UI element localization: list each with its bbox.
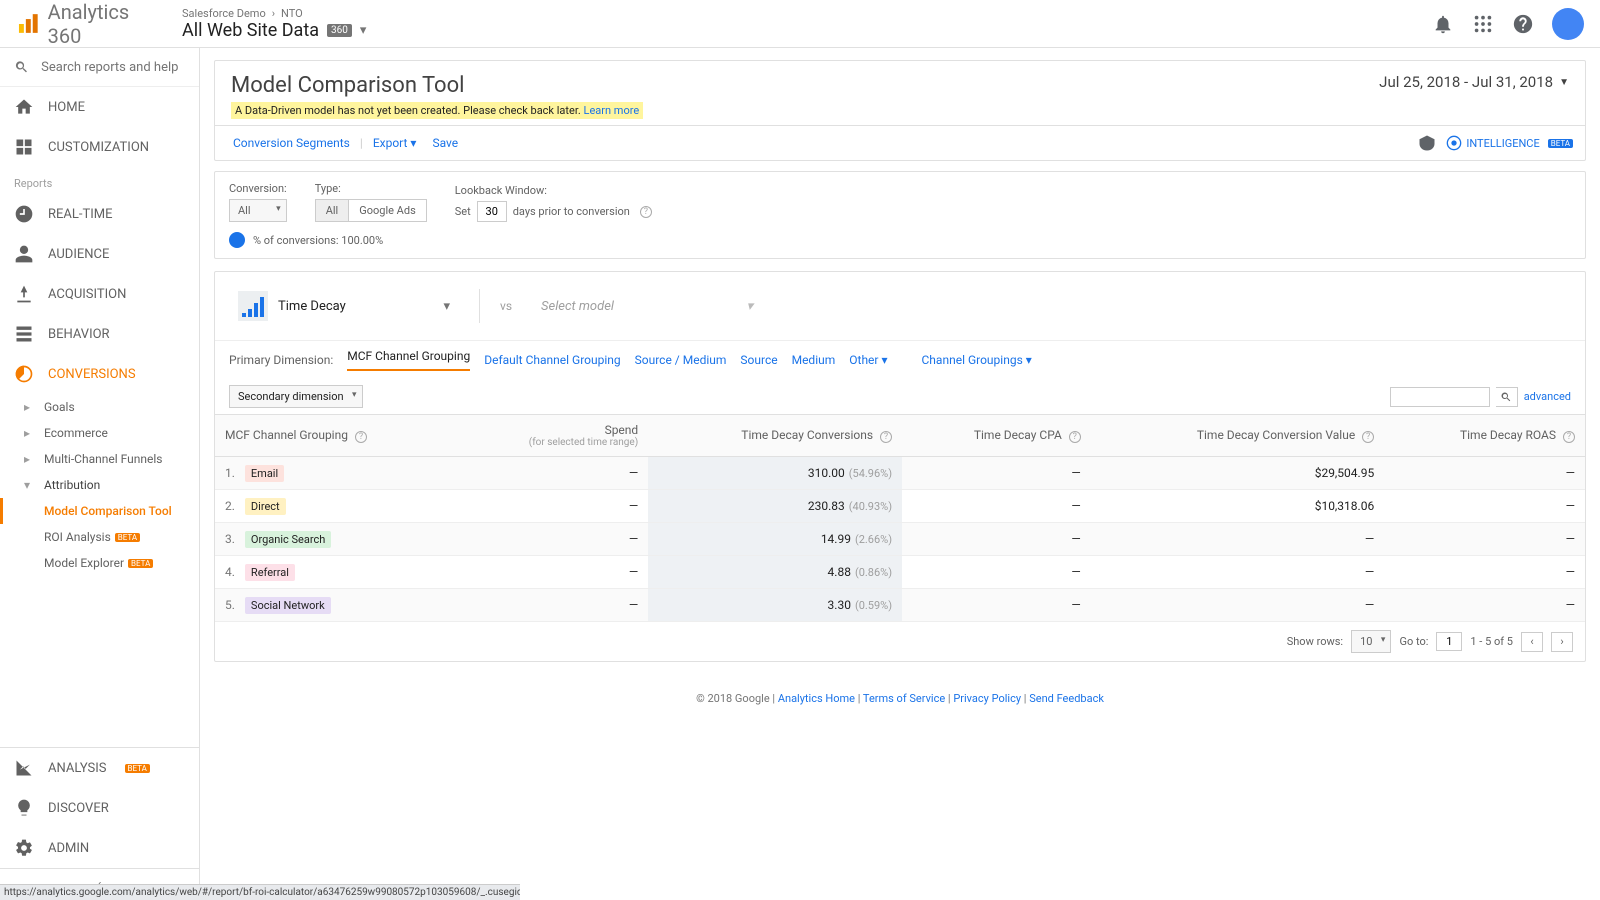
- user-icon: [14, 244, 34, 264]
- col-conversions[interactable]: Time Decay Conversions ?↓: [648, 415, 902, 457]
- nav-realtime[interactable]: REAL-TIME: [0, 194, 199, 234]
- conversion-dropdown[interactable]: All: [229, 199, 287, 222]
- apps-icon[interactable]: [1472, 13, 1494, 35]
- channel-groupings[interactable]: Channel Groupings ▾: [922, 353, 1032, 367]
- gear-icon: [14, 838, 34, 858]
- ga-logo-icon: [16, 12, 40, 36]
- secondary-dimension-dropdown[interactable]: Secondary dimension: [229, 385, 363, 408]
- footer: © 2018 Google | Analytics Home | Terms o…: [214, 672, 1586, 725]
- warning-banner: A Data-Driven model has not yet been cre…: [231, 102, 643, 119]
- save-link[interactable]: Save: [426, 132, 464, 154]
- conversion-segments-link[interactable]: Conversion Segments: [227, 132, 356, 154]
- next-page-button[interactable]: ›: [1551, 632, 1573, 652]
- nav-audience[interactable]: AUDIENCE: [0, 234, 199, 274]
- col-roas[interactable]: Time Decay ROAS ?: [1384, 415, 1585, 457]
- nav-analysis[interactable]: ANALYSISBETA: [0, 748, 199, 788]
- export-link[interactable]: Export ▾: [367, 132, 423, 154]
- type-ads-button[interactable]: Google Ads: [348, 199, 427, 222]
- conversions-icon: [14, 364, 34, 384]
- chevron-down-icon: ▾: [746, 299, 753, 314]
- rows-per-page-dropdown[interactable]: 10: [1351, 630, 1391, 653]
- bulb-icon: [14, 798, 34, 818]
- goto-page-input[interactable]: [1436, 632, 1462, 651]
- avatar[interactable]: [1552, 8, 1584, 40]
- footer-link-home[interactable]: Analytics Home: [778, 692, 855, 705]
- model-right-selector[interactable]: Select model ▾: [532, 294, 762, 319]
- chevron-down-icon: ▾: [443, 299, 450, 314]
- analysis-icon: [14, 758, 34, 778]
- nav-discover[interactable]: DISCOVER: [0, 788, 199, 828]
- time-decay-icon: [238, 291, 268, 321]
- table-row: 5.Social Network—3.30(0.59%)———: [215, 589, 1585, 622]
- type-all-button[interactable]: All: [315, 199, 349, 222]
- sub-ecommerce[interactable]: ▸Ecommerce: [0, 420, 199, 446]
- nav-conversions[interactable]: CONVERSIONS: [0, 354, 199, 394]
- reports-label: Reports: [0, 167, 199, 194]
- acquisition-icon: [14, 284, 34, 304]
- help-icon[interactable]: ?: [640, 206, 652, 218]
- breadcrumb[interactable]: Salesforce Demo › NTO All Web Site Data …: [182, 7, 366, 41]
- nav-customization[interactable]: CUSTOMIZATION: [0, 127, 199, 167]
- insights-icon[interactable]: [1418, 134, 1436, 152]
- footer-link-terms[interactable]: Terms of Service: [863, 692, 945, 705]
- sub-explorer[interactable]: Model ExplorerBETA: [0, 550, 199, 576]
- prev-page-button[interactable]: ‹: [1521, 632, 1543, 652]
- sub-goals[interactable]: ▸Goals: [0, 394, 199, 420]
- search-icon: [14, 58, 29, 76]
- badge-360: 360: [327, 24, 352, 37]
- search-icon: [1500, 391, 1512, 403]
- table-search-button[interactable]: [1496, 387, 1518, 407]
- dim-tab-source-medium[interactable]: Source / Medium: [635, 353, 727, 367]
- footer-link-feedback[interactable]: Send Feedback: [1029, 692, 1104, 705]
- behavior-icon: [14, 324, 34, 344]
- nav-admin[interactable]: ADMIN: [0, 828, 199, 868]
- lookback-days-input[interactable]: [477, 201, 507, 222]
- comparison-table: MCF Channel Grouping ? Spend(for selecte…: [215, 414, 1585, 622]
- dim-tab-mcf[interactable]: MCF Channel Grouping: [347, 349, 470, 371]
- nav-acquisition[interactable]: ACQUISITION: [0, 274, 199, 314]
- col-cpa[interactable]: Time Decay CPA ?: [902, 415, 1091, 457]
- learn-more-link[interactable]: Learn more: [584, 104, 640, 117]
- col-channel[interactable]: MCF Channel Grouping ?: [215, 415, 456, 457]
- sub-attribution[interactable]: ▾Attribution: [0, 472, 199, 498]
- table-row: 3.Organic Search—14.99(2.66%)———: [215, 523, 1585, 556]
- nav-home[interactable]: HOME: [0, 87, 199, 127]
- sub-roi[interactable]: ROI AnalysisBETA: [0, 524, 199, 550]
- chevron-down-icon: ▾: [360, 23, 367, 38]
- intel-icon: [1446, 135, 1462, 151]
- dim-tab-medium[interactable]: Medium: [792, 353, 836, 367]
- pie-icon: [229, 232, 245, 248]
- page-title: Model Comparison Tool: [231, 73, 643, 98]
- intelligence-button[interactable]: INTELLIGENCEBETA: [1446, 135, 1573, 151]
- advanced-link[interactable]: advanced: [1524, 390, 1571, 403]
- table-row: 4.Referral—4.88(0.86%)———: [215, 556, 1585, 589]
- table-row: 2.Direct—230.83(40.93%)—$10,318.06—: [215, 490, 1585, 523]
- nav-behavior[interactable]: BEHAVIOR: [0, 314, 199, 354]
- col-value[interactable]: Time Decay Conversion Value ?: [1091, 415, 1384, 457]
- chevron-down-icon: ▼: [1559, 77, 1569, 88]
- home-icon: [14, 97, 34, 117]
- col-spend[interactable]: Spend(for selected time range): [456, 415, 648, 457]
- dim-tab-source[interactable]: Source: [740, 353, 777, 367]
- table-search-input[interactable]: [1390, 387, 1490, 407]
- grid-icon: [14, 137, 34, 157]
- footer-link-privacy[interactable]: Privacy Policy: [953, 692, 1021, 705]
- table-row: 1.Email—310.00(54.96%)—$29,504.95—: [215, 457, 1585, 490]
- sub-mcf[interactable]: ▸Multi-Channel Funnels: [0, 446, 199, 472]
- dim-tab-default[interactable]: Default Channel Grouping: [484, 353, 620, 367]
- help-icon[interactable]: [1512, 13, 1534, 35]
- search-input[interactable]: [41, 60, 185, 75]
- model-left-selector[interactable]: Time Decay ▾: [229, 286, 459, 326]
- status-bar: https://analytics.google.com/analytics/w…: [0, 884, 520, 900]
- sub-mct[interactable]: Model Comparison Tool: [0, 498, 199, 524]
- bell-icon[interactable]: [1432, 13, 1454, 35]
- brand-text: Analytics 360: [48, 0, 166, 48]
- dim-tab-other[interactable]: Other ▾: [849, 353, 887, 367]
- date-range-picker[interactable]: Jul 25, 2018 - Jul 31, 2018 ▼: [1379, 73, 1569, 91]
- clock-icon: [14, 204, 34, 224]
